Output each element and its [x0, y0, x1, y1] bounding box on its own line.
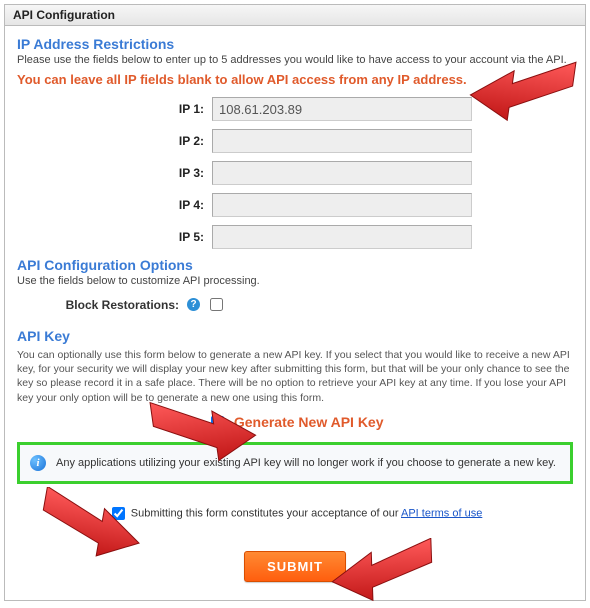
terms-text: Submitting this form constitutes your ac…: [131, 507, 401, 519]
ip4-label: IP 4:: [17, 198, 212, 212]
ip3-input[interactable]: [212, 161, 472, 185]
options-subtitle: Use the fields below to customize API pr…: [17, 275, 573, 287]
generate-key-checkbox[interactable]: [211, 416, 224, 429]
terms-link[interactable]: API terms of use: [401, 507, 482, 519]
ip2-label: IP 2:: [17, 134, 212, 148]
api-key-paragraph: You can optionally use this form below t…: [17, 348, 573, 405]
info-box-text: Any applications utilizing your existing…: [56, 457, 556, 469]
info-icon: i: [30, 455, 46, 471]
ip-restrictions-warning: You can leave all IP fields blank to all…: [17, 72, 573, 87]
ip1-label: IP 1:: [17, 102, 212, 116]
ip4-input[interactable]: [212, 193, 472, 217]
ip-restrictions-title: IP Address Restrictions: [17, 36, 573, 52]
submit-button[interactable]: SUBMIT: [244, 551, 346, 582]
options-title: API Configuration Options: [17, 257, 573, 273]
block-restorations-label: Block Restorations:: [17, 298, 185, 312]
ip3-label: IP 3:: [17, 166, 212, 180]
terms-checkbox[interactable]: [112, 507, 125, 520]
block-restorations-checkbox[interactable]: [210, 298, 223, 311]
generate-key-label: Generate New API Key: [234, 414, 384, 430]
api-config-panel: API Configuration IP Address Restriction…: [4, 4, 586, 601]
help-icon[interactable]: ?: [187, 298, 200, 311]
ip5-label: IP 5:: [17, 230, 212, 244]
ip5-input[interactable]: [212, 225, 472, 249]
info-box: i Any applications utilizing your existi…: [17, 442, 573, 484]
ip2-input[interactable]: [212, 129, 472, 153]
panel-title: API Configuration: [5, 5, 585, 26]
ip1-input[interactable]: [212, 97, 472, 121]
ip-restrictions-subtitle: Please use the fields below to enter up …: [17, 54, 573, 66]
api-key-title: API Key: [17, 328, 573, 344]
